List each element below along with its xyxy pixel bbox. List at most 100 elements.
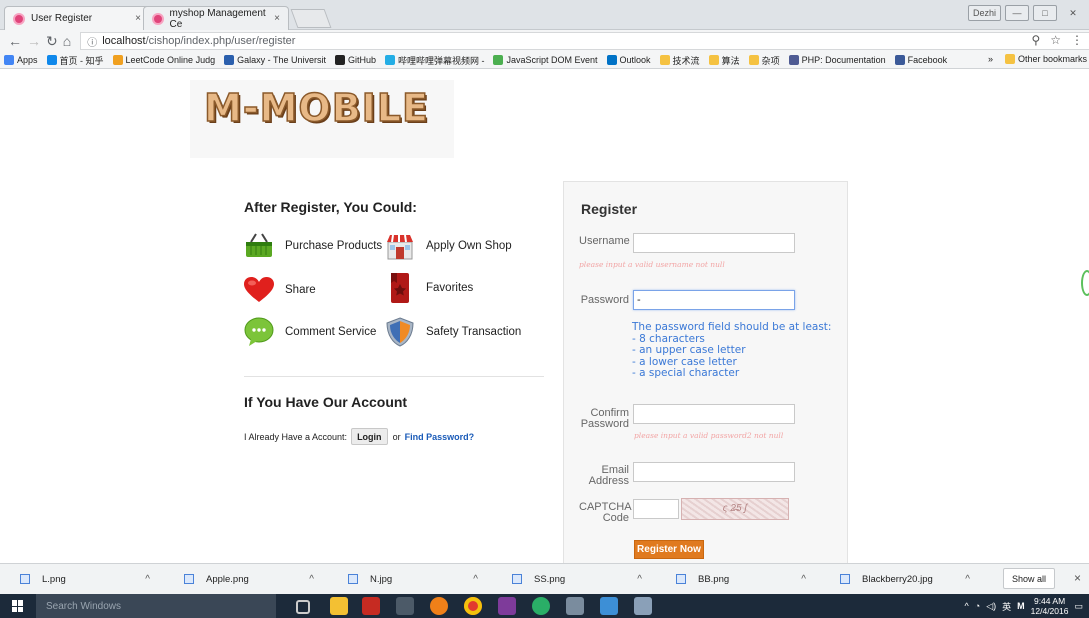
close-window-icon[interactable]: ✕	[1061, 5, 1085, 21]
tab-user-register[interactable]: User Register ×	[4, 6, 150, 30]
menu-icon[interactable]: ⋮	[1071, 33, 1083, 47]
benefit-label: Safety Transaction	[426, 326, 522, 338]
bookmark-favicon-icon	[334, 55, 345, 65]
tray-chevron-icon[interactable]: ^	[965, 601, 969, 611]
ime-indicator[interactable]: 英	[1002, 600, 1011, 613]
star-icon[interactable]: ☆	[1050, 33, 1061, 47]
download-filename: Blackberry20.jpg	[862, 573, 933, 585]
info-icon: ⓘ	[87, 37, 98, 49]
window-app-icon[interactable]	[396, 597, 414, 615]
m-icon[interactable]: M	[1017, 601, 1025, 611]
bookmark-item[interactable]: 技术流	[659, 54, 700, 67]
bookmark-item[interactable]: 算法	[708, 54, 740, 67]
clock[interactable]: 9:44 AM 12/4/2016	[1031, 596, 1069, 616]
app-icon[interactable]	[600, 597, 618, 615]
bookmark-item[interactable]: 杂项	[748, 54, 780, 67]
bookmark-item[interactable]: Facebook	[894, 55, 947, 65]
floating-widget-icon[interactable]	[1081, 270, 1089, 296]
email-input[interactable]	[633, 462, 795, 482]
password-hint: The password field should be at least: -…	[632, 321, 831, 380]
site-logo[interactable]: M-MOBILE	[203, 85, 429, 131]
download-item[interactable]: SS.png ^	[492, 564, 656, 595]
bookmark-item[interactable]: 首页 - 知乎	[46, 54, 104, 67]
register-now-button[interactable]: Register Now	[634, 540, 704, 559]
find-password-link[interactable]: Find Password?	[405, 432, 475, 442]
bookmark-label: 算法	[721, 55, 740, 66]
minimize-icon[interactable]: —	[1005, 5, 1029, 21]
firefox-icon[interactable]	[430, 597, 448, 615]
file-explorer-icon[interactable]	[330, 597, 348, 615]
download-menu-chevron-icon[interactable]: ^	[801, 574, 806, 585]
confirm-password-input[interactable]	[633, 404, 795, 424]
download-item[interactable]: Apple.png ^	[164, 564, 328, 595]
download-menu-chevron-icon[interactable]: ^	[145, 574, 150, 585]
back-icon[interactable]: ←	[8, 33, 22, 49]
bookmark-item[interactable]: Galaxy - The Universit	[224, 55, 326, 65]
download-menu-chevron-icon[interactable]: ^	[637, 574, 642, 585]
bookmark-label: Apps	[17, 55, 38, 65]
download-menu-chevron-icon[interactable]: ^	[473, 574, 478, 585]
reload-icon[interactable]: ↻	[46, 33, 58, 50]
windows-search-input[interactable]: Search Windows	[36, 594, 276, 618]
bookmark-label: Galaxy - The Universit	[237, 55, 326, 65]
download-item[interactable]: L.png ^	[0, 564, 164, 595]
chrome-icon[interactable]	[464, 597, 482, 615]
task-view-icon[interactable]	[296, 600, 310, 614]
bookmark-favicon-icon	[788, 55, 799, 65]
bookmark-label: 哔哩哔哩弹幕视频网 -	[397, 55, 485, 66]
app-icon[interactable]	[566, 597, 584, 615]
account-text: I Already Have a Account:	[244, 431, 348, 442]
close-downloads-icon[interactable]: ×	[1074, 571, 1081, 585]
bookmark-favicon-icon	[493, 55, 504, 65]
download-menu-chevron-icon[interactable]: ^	[965, 574, 970, 585]
bookmark-item[interactable]: 哔哩哔哩弹幕视频网 -	[384, 54, 485, 67]
other-bookmarks[interactable]: Other bookmarks	[1004, 54, 1087, 64]
tab-close-icon[interactable]: ×	[274, 13, 280, 24]
network-icon[interactable]: ◔	[975, 601, 980, 611]
captcha-image[interactable]: ς 2̶5 ʃ	[681, 498, 789, 520]
bookmark-label: LeetCode Online Judg	[125, 55, 216, 65]
forward-icon[interactable]: →	[27, 33, 41, 49]
bookmarks-overflow-icon[interactable]: »	[988, 54, 993, 64]
tab-myshop-management[interactable]: myshop Management Ce ×	[143, 6, 289, 30]
show-all-downloads-button[interactable]: Show all	[1003, 568, 1055, 589]
new-tab-button[interactable]	[290, 9, 332, 28]
volume-icon[interactable]: ◁)	[986, 601, 996, 612]
login-button[interactable]: Login	[351, 428, 388, 445]
bookmark-item[interactable]: PHP: Documentation	[788, 55, 886, 65]
bookmark-favicon-icon	[384, 55, 395, 65]
password-input[interactable]: -	[633, 290, 795, 310]
key-icon[interactable]: ⚲	[1031, 33, 1040, 47]
app-icon[interactable]	[634, 597, 652, 615]
address-bar[interactable]: ⓘ localhost/cishop/index.php/user/regist…	[80, 32, 1089, 50]
bookmark-item[interactable]: GitHub	[334, 55, 376, 65]
benefit-favorites: Favorites	[385, 273, 473, 303]
download-item[interactable]: BB.png ^	[656, 564, 820, 595]
wechat-icon[interactable]	[532, 597, 550, 615]
download-menu-chevron-icon[interactable]: ^	[309, 574, 314, 585]
tab-close-icon[interactable]: ×	[135, 13, 141, 24]
download-item[interactable]: Blackberry20.jpg ^	[820, 564, 984, 595]
windows-start-icon[interactable]	[12, 600, 24, 612]
onenote-icon[interactable]	[498, 597, 516, 615]
captcha-input[interactable]	[633, 499, 679, 519]
profile-button[interactable]: Dezhi	[967, 5, 1001, 21]
username-input[interactable]	[633, 233, 795, 253]
bookmark-item[interactable]: LeetCode Online Judg	[112, 55, 216, 65]
bookmark-label: PHP: Documentation	[801, 55, 886, 65]
password-hint-line: - an upper case letter	[632, 344, 746, 356]
account-login-line: I Already Have a Account: Login or Find …	[244, 428, 474, 445]
download-item[interactable]: N.jpg ^	[328, 564, 492, 595]
notifications-icon[interactable]: ▭	[1074, 601, 1083, 612]
maximize-icon[interactable]: □	[1033, 5, 1057, 21]
username-error: please input a valid username not null	[579, 260, 725, 269]
email-label: Email Address	[579, 465, 629, 487]
bookmark-item[interactable]: JavaScript DOM Event	[493, 55, 598, 65]
home-icon[interactable]: ⌂	[63, 33, 71, 49]
bookmark-item[interactable]: Apps	[4, 55, 38, 65]
downloads-bar: L.png ^ Apple.png ^ N.jpg ^ SS.png ^ BB.png ^ Blac…	[0, 563, 1089, 594]
bookmark-label: 杂项	[761, 55, 780, 66]
bookmark-label: GitHub	[347, 55, 376, 65]
bookmark-item[interactable]: Outlook	[606, 55, 651, 65]
acrobat-icon[interactable]	[362, 597, 380, 615]
